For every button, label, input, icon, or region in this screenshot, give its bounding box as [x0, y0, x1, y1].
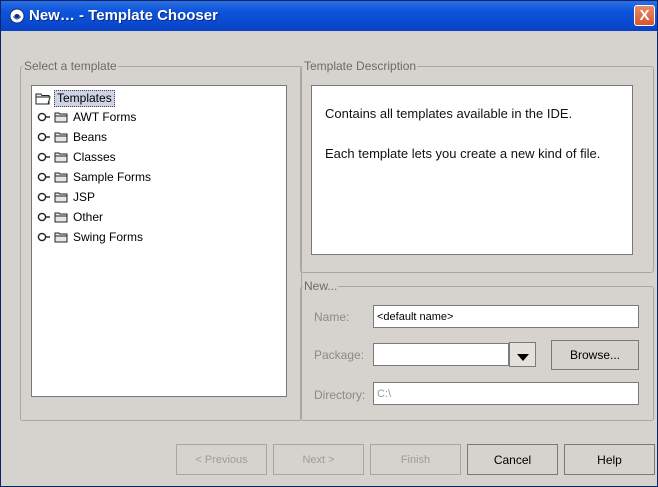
help-button[interactable]: Help [564, 444, 655, 475]
cancel-button[interactable]: Cancel [467, 444, 558, 475]
select-template-group: Select a template Templates AWT Forms Be… [20, 59, 302, 421]
browse-button[interactable]: Browse... [551, 340, 639, 370]
tree-item-classes[interactable]: Classes [37, 148, 116, 166]
folder-icon [54, 111, 68, 123]
template-description-group: Template Description Contains all templa… [300, 59, 654, 273]
select-template-legend: Select a template [24, 59, 117, 73]
tree-item-jsp[interactable]: JSP [37, 188, 95, 206]
folder-icon [54, 131, 68, 143]
close-button[interactable]: X [634, 5, 655, 26]
name-field[interactable]: <default name> [373, 305, 639, 328]
description-box: Contains all templates available in the … [311, 85, 633, 255]
app-icon [9, 8, 25, 24]
template-description-legend: Template Description [304, 59, 417, 73]
tree-item-beans[interactable]: Beans [37, 128, 107, 146]
open-folder-icon [35, 91, 51, 105]
tree-root-label: Templates [54, 89, 115, 107]
folder-icon [54, 191, 68, 203]
template-chooser-dialog: New… - Template Chooser X Select a templ… [0, 0, 658, 487]
folder-icon [54, 151, 68, 163]
new-file-legend: New... [304, 279, 338, 293]
chevron-down-icon [516, 351, 529, 361]
expand-handle-icon[interactable] [37, 191, 51, 203]
description-line-1: Contains all templates available in the … [325, 106, 573, 121]
expand-handle-icon[interactable] [37, 211, 51, 223]
package-dropdown-button[interactable] [509, 342, 536, 367]
package-combo[interactable] [373, 343, 509, 366]
folder-icon [54, 171, 68, 183]
new-file-group: New... Name: <default name> Package: Bro… [300, 279, 654, 421]
expand-handle-icon[interactable] [37, 131, 51, 143]
finish-button[interactable]: Finish [370, 444, 461, 475]
tree-item-label: Sample Forms [73, 170, 152, 184]
expand-handle-icon[interactable] [37, 151, 51, 163]
tree-item-label: Classes [73, 150, 116, 164]
tree-item-swing-forms[interactable]: Swing Forms [37, 228, 143, 246]
expand-handle-icon[interactable] [37, 171, 51, 183]
directory-label: Directory: [314, 388, 366, 402]
template-tree[interactable]: Templates AWT Forms Beans Classes Sample… [31, 85, 287, 397]
next-button[interactable]: Next > [273, 444, 364, 475]
package-label: Package: [314, 348, 365, 362]
previous-button[interactable]: < Previous [176, 444, 267, 475]
tree-item-label: Beans [73, 130, 108, 144]
tree-item-other[interactable]: Other [37, 208, 103, 226]
folder-icon [54, 211, 68, 223]
expand-handle-icon[interactable] [37, 231, 51, 243]
description-line-2: Each template lets you create a new kind… [325, 146, 601, 161]
tree-item-label: Swing Forms [73, 230, 144, 244]
title-bar[interactable]: New… - Template Chooser X [1, 1, 657, 31]
tree-item-label: AWT Forms [73, 110, 137, 124]
expand-handle-icon[interactable] [37, 111, 51, 123]
tree-item-label: Other [73, 210, 104, 224]
folder-icon [54, 231, 68, 243]
window-title: New… - Template Chooser [29, 7, 218, 24]
tree-item-label: JSP [73, 190, 96, 204]
tree-root-templates[interactable]: Templates [35, 89, 115, 107]
directory-field[interactable]: C:\ [373, 382, 639, 405]
name-label: Name: [314, 310, 350, 324]
close-icon: X [639, 7, 650, 24]
tree-item-sample-forms[interactable]: Sample Forms [37, 168, 151, 186]
tree-item-awt-forms[interactable]: AWT Forms [37, 108, 136, 126]
